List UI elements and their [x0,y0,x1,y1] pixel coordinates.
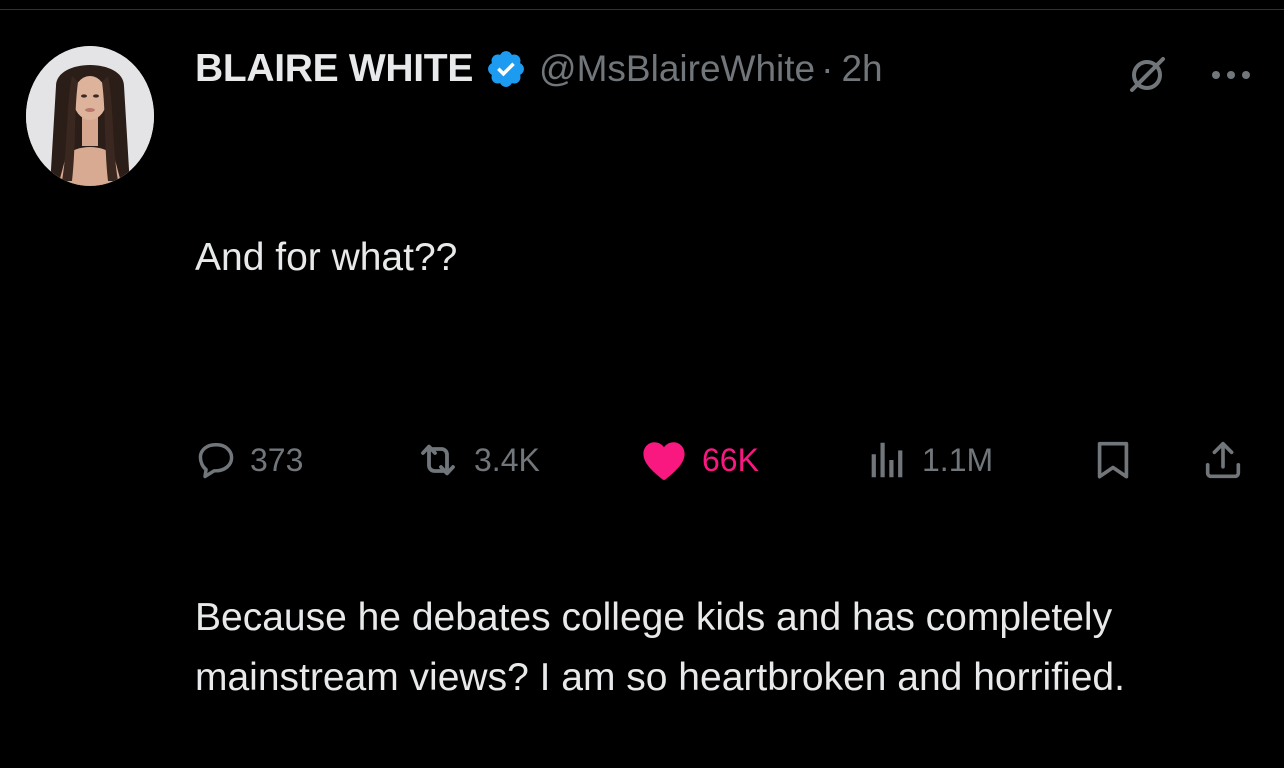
tweet-paragraph-1: And for what?? [195,236,458,279]
verified-badge-icon[interactable] [485,48,527,90]
top-right-controls [1124,52,1254,98]
grok-slash-icon[interactable] [1124,52,1170,98]
like-button[interactable]: 66K [638,432,759,488]
bookmark-button[interactable] [1090,432,1136,488]
views-button[interactable]: 1.1M [864,432,993,488]
like-count: 66K [702,441,759,478]
tweet-header: BLAIRE WHITE @MsBlaireWhite · 2h [195,44,883,94]
repost-count: 3.4K [474,441,540,478]
display-name[interactable]: BLAIRE WHITE [195,47,473,91]
more-dots-icon[interactable] [1208,63,1254,87]
timestamp[interactable]: 2h [841,48,882,90]
action-bar: 373 3.4K 66K 1.1M [0,432,1284,488]
reply-count: 373 [250,441,304,478]
separator-dot: · [821,48,834,89]
bookmark-icon [1090,437,1136,483]
reply-bubble-icon [194,438,238,482]
share-button[interactable] [1200,432,1246,488]
top-divider [0,0,1284,10]
author-handle[interactable]: @MsBlaireWhite [539,48,815,90]
repost-icon [414,436,462,484]
share-icon [1200,437,1246,483]
avatar[interactable] [26,46,154,186]
heart-icon [638,434,690,486]
analytics-bars-icon [864,437,910,483]
profile-photo [26,46,154,186]
reply-button[interactable]: 373 [194,432,303,488]
repost-button[interactable]: 3.4K [414,432,540,488]
tweet-paragraph-2: Because he debates college kids and has … [195,596,1125,699]
views-count: 1.1M [922,441,994,478]
